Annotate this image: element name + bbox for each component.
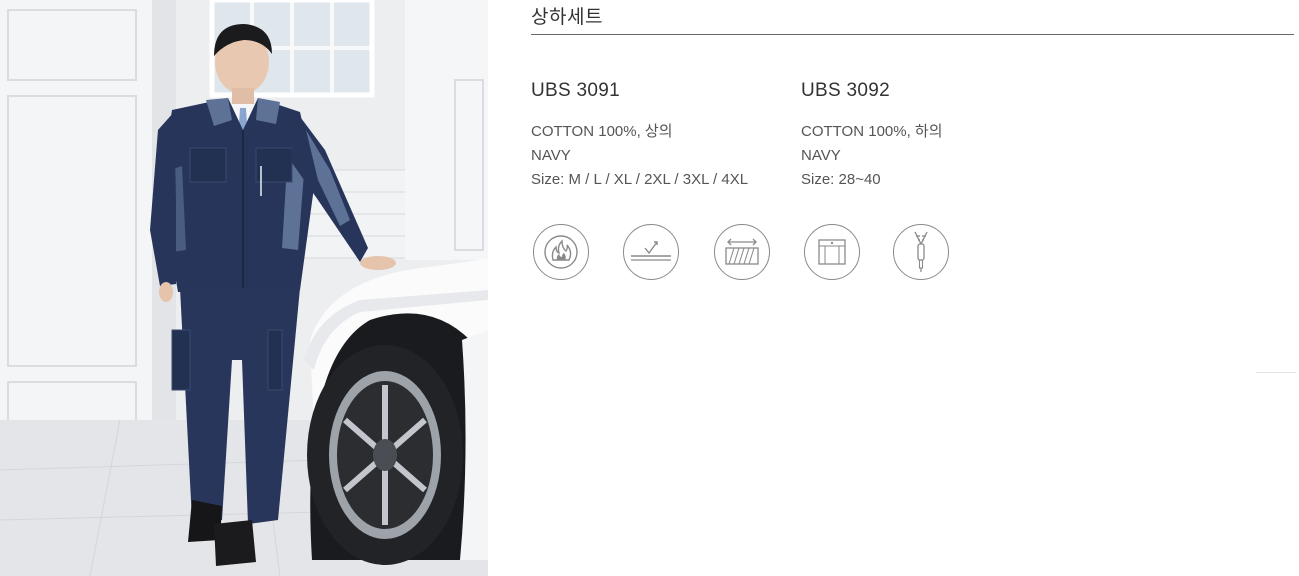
section-title: 상하세트 <box>531 7 603 28</box>
moisture-wicking-icon <box>623 224 679 280</box>
zipper-icon <box>893 224 949 280</box>
product-color: NAVY <box>531 147 571 164</box>
divider-line <box>1256 372 1296 373</box>
product-photo <box>0 0 488 576</box>
product-code: UBS 3091 <box>531 80 621 101</box>
product-info-bottom: UBS 3092 COTTON 100%, 하의 NAVY Size: 28~4… <box>801 80 943 192</box>
product-size: Size: M / L / XL / 2XL / 3XL / 4XL <box>531 171 749 188</box>
product-color: NAVY <box>801 147 841 164</box>
product-material: COTTON 100%, 하의 <box>801 123 943 140</box>
pocket-icon <box>804 224 860 280</box>
product-size: Size: 28~40 <box>801 171 881 188</box>
flame-retardant-icon <box>533 224 589 280</box>
title-divider <box>531 34 1294 35</box>
product-material: COTTON 100%, 상의 <box>531 123 673 140</box>
product-code: UBS 3092 <box>801 80 891 101</box>
stretch-fabric-icon <box>714 224 770 280</box>
product-info-top: UBS 3091 COTTON 100%, 상의 NAVY Size: M / … <box>531 80 748 192</box>
